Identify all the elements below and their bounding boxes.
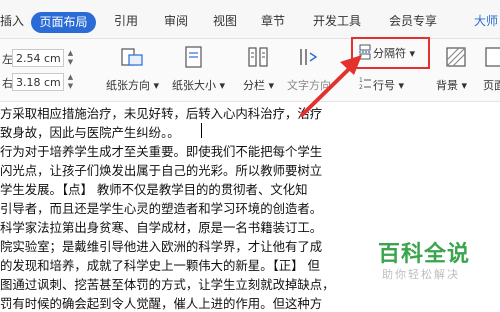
watermark-subtitle: 助你轻松解决 [382,268,460,281]
watermark-title: 百科全说 [378,242,471,267]
